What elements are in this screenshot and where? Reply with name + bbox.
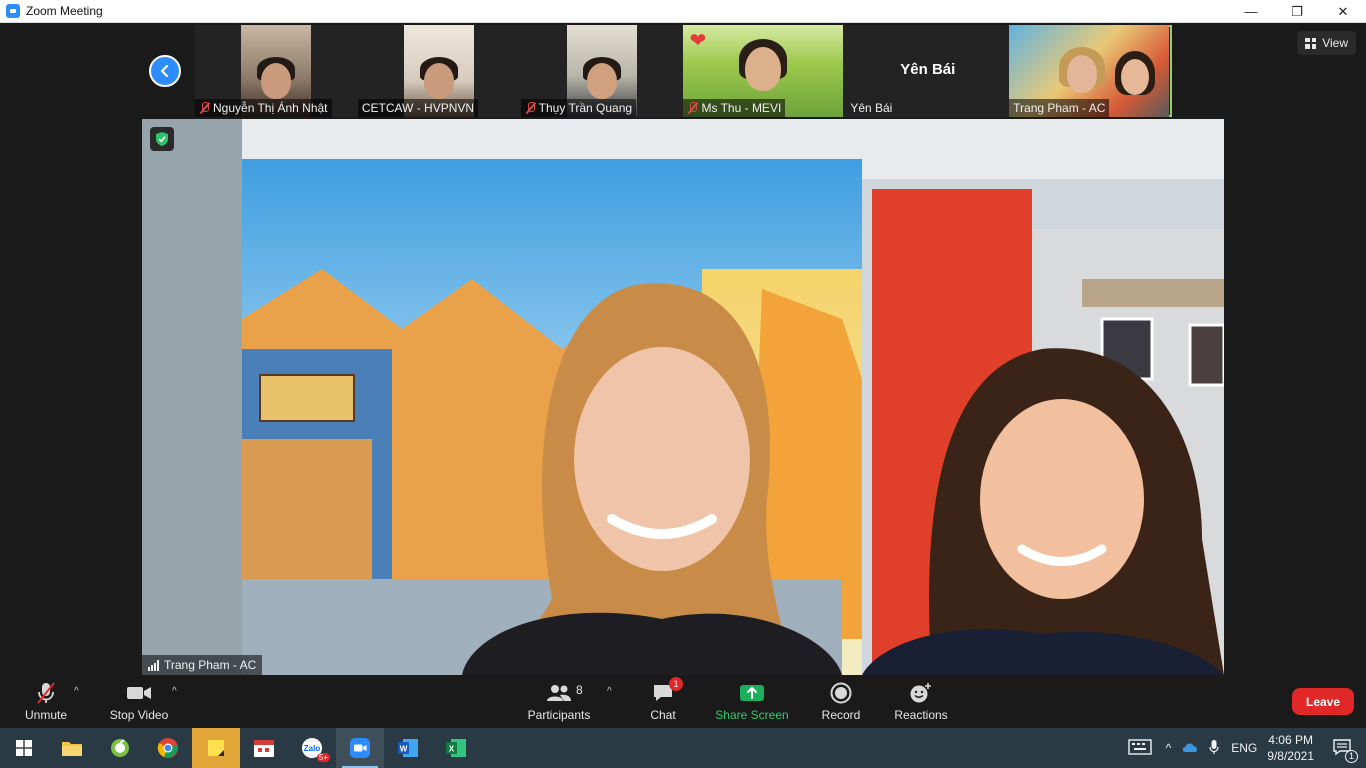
clock-time: 4:06 PM: [1268, 733, 1313, 747]
word-taskbar-icon[interactable]: W: [384, 728, 432, 768]
maximize-button[interactable]: ❐: [1274, 0, 1320, 23]
participant-thumbnail[interactable]: Thụy Trần Quang: [520, 25, 684, 117]
meeting-control-bar: Unmute ^ Stop Video ^ 8 Participants ^ 1…: [0, 677, 1366, 728]
clock-date: 9/8/2021: [1267, 749, 1314, 763]
onedrive-cloud-icon[interactable]: [1181, 741, 1199, 756]
excel-taskbar-icon[interactable]: X: [432, 728, 480, 768]
reactions-button[interactable]: Reactions: [892, 678, 950, 728]
chat-unread-badge: 1: [669, 677, 683, 691]
participant-name-label: Ms Thu - MEVI: [683, 99, 786, 117]
svg-text:W: W: [400, 745, 408, 754]
participant-name-label: Yên Bái: [846, 99, 896, 117]
participant-thumbnail[interactable]: Nguyễn Thị Ánh Nhật: [195, 25, 358, 117]
participant-thumbnail[interactable]: Yên Bái Yên Bái: [846, 25, 1010, 117]
participant-name: Trang Pham - AC: [1013, 101, 1106, 115]
chrome-taskbar-icon[interactable]: [144, 728, 192, 768]
chat-label: Chat: [650, 708, 676, 722]
chat-bubble-icon: 1: [652, 677, 683, 706]
participant-name: CETCAW - HVPNVN: [361, 101, 475, 115]
microphone-muted-icon: [35, 680, 57, 706]
grid-icon: [1305, 37, 1317, 49]
participant-center-name: Yên Bái: [900, 61, 956, 78]
network-signal-icon: [148, 659, 159, 671]
video-options-caret-icon[interactable]: ^: [172, 686, 177, 697]
mic-muted-icon: [525, 102, 536, 114]
chat-button[interactable]: 1 Chat: [642, 677, 684, 728]
reactions-label: Reactions: [894, 708, 948, 722]
participants-count: 8: [576, 683, 583, 697]
windows-start-button[interactable]: [0, 728, 48, 768]
audio-options-caret-icon[interactable]: ^: [74, 686, 79, 697]
participant-name: Nguyễn Thị Ánh Nhật: [213, 101, 328, 115]
heart-reaction-icon: ❤: [689, 30, 707, 52]
chevron-up-icon[interactable]: ^: [1166, 741, 1172, 755]
participants-label: Participants: [527, 708, 591, 722]
encryption-shield-icon[interactable]: [150, 127, 174, 151]
stop-video-button[interactable]: Stop Video: [104, 678, 174, 728]
participant-name-label: Thụy Trần Quang: [520, 99, 637, 117]
keyboard-icon[interactable]: [1127, 738, 1152, 758]
unmute-label: Unmute: [24, 708, 68, 722]
window-title: Zoom Meeting: [26, 4, 103, 18]
file-explorer-taskbar-icon[interactable]: [48, 728, 96, 768]
participants-button[interactable]: 8 Participants: [524, 678, 594, 728]
participant-name: Ms Thu - MEVI: [701, 101, 782, 115]
active-speaker-video: Trang Pham - AC: [142, 119, 1224, 675]
leave-button[interactable]: Leave: [1292, 688, 1354, 715]
participant-thumbnail[interactable]: ❤ Ms Thu - MEVI: [683, 25, 847, 117]
share-screen-button[interactable]: Share Screen: [714, 678, 790, 728]
taskbar-clock[interactable]: 4:06 PM 9/8/2021: [1267, 732, 1314, 764]
windows-logo-icon: [16, 740, 32, 756]
participant-name: Yên Bái: [850, 101, 893, 115]
zalo-unread-badge: 5+: [316, 753, 330, 762]
record-button[interactable]: Record: [818, 678, 864, 728]
microphone-icon[interactable]: [1209, 739, 1219, 758]
record-label: Record: [821, 708, 861, 722]
participant-thumbnail-strip: Nguyễn Thị Ánh Nhật CETCAW - HVPNVN Thụy…: [195, 25, 1172, 117]
video-camera-icon: [126, 680, 152, 706]
video-frame: [142, 119, 1224, 675]
window-titlebar: Zoom Meeting — ❐ ✕: [0, 0, 1366, 23]
notification-center-icon[interactable]: 1: [1332, 738, 1358, 763]
calendar-app-taskbar-icon[interactable]: [240, 728, 288, 768]
mic-muted-icon: [199, 102, 210, 114]
view-button[interactable]: View: [1297, 31, 1356, 55]
participants-icon: 8: [546, 680, 583, 706]
chevron-left-icon: [160, 64, 169, 78]
participants-options-caret-icon[interactable]: ^: [607, 686, 612, 697]
participant-name-label: Trang Pham - AC: [1009, 99, 1110, 117]
svg-text:Zalo: Zalo: [304, 744, 321, 753]
active-speaker-name-label: Trang Pham - AC: [142, 655, 263, 675]
participant-name-label: CETCAW - HVPNVN: [357, 99, 479, 117]
smiley-plus-icon: [909, 680, 933, 706]
meeting-area: View Nguyễn Thị Ánh Nhật CETCAW - HVPNVN…: [0, 23, 1366, 678]
zalo-taskbar-icon[interactable]: Zalo 5+: [288, 728, 336, 768]
window-controls: — ❐ ✕: [1228, 0, 1366, 23]
notification-count-badge: 1: [1345, 749, 1358, 763]
view-button-label: View: [1322, 36, 1348, 50]
share-screen-label: Share Screen: [715, 708, 789, 722]
previous-page-button[interactable]: [149, 55, 181, 87]
greenshot-taskbar-icon[interactable]: [96, 728, 144, 768]
record-icon: [830, 680, 852, 706]
windows-taskbar: Zalo 5+ W X ^ ENG 4:06 PM 9/8/2021 1: [0, 728, 1366, 768]
input-language-indicator[interactable]: ENG: [1231, 741, 1257, 755]
minimize-button[interactable]: —: [1228, 0, 1274, 23]
share-screen-icon: [739, 680, 765, 706]
zoom-taskbar-icon[interactable]: [336, 728, 384, 768]
participant-name: Thụy Trần Quang: [538, 101, 633, 115]
svg-text:X: X: [449, 745, 455, 754]
participant-thumbnail[interactable]: CETCAW - HVPNVN: [357, 25, 521, 117]
close-button[interactable]: ✕: [1320, 0, 1366, 23]
mic-muted-icon: [687, 102, 698, 114]
participant-thumbnail-active-speaker[interactable]: Trang Pham - AC: [1009, 25, 1172, 117]
sticky-notes-taskbar-icon[interactable]: [192, 728, 240, 768]
zoom-app-icon: [6, 4, 20, 18]
participant-name-label: Nguyễn Thị Ánh Nhật: [195, 99, 332, 117]
active-speaker-name: Trang Pham - AC: [164, 658, 257, 672]
system-tray: ^ ENG 4:06 PM 9/8/2021 1: [1127, 728, 1366, 768]
unmute-button[interactable]: Unmute: [20, 678, 72, 728]
stop-video-label: Stop Video: [109, 708, 169, 722]
